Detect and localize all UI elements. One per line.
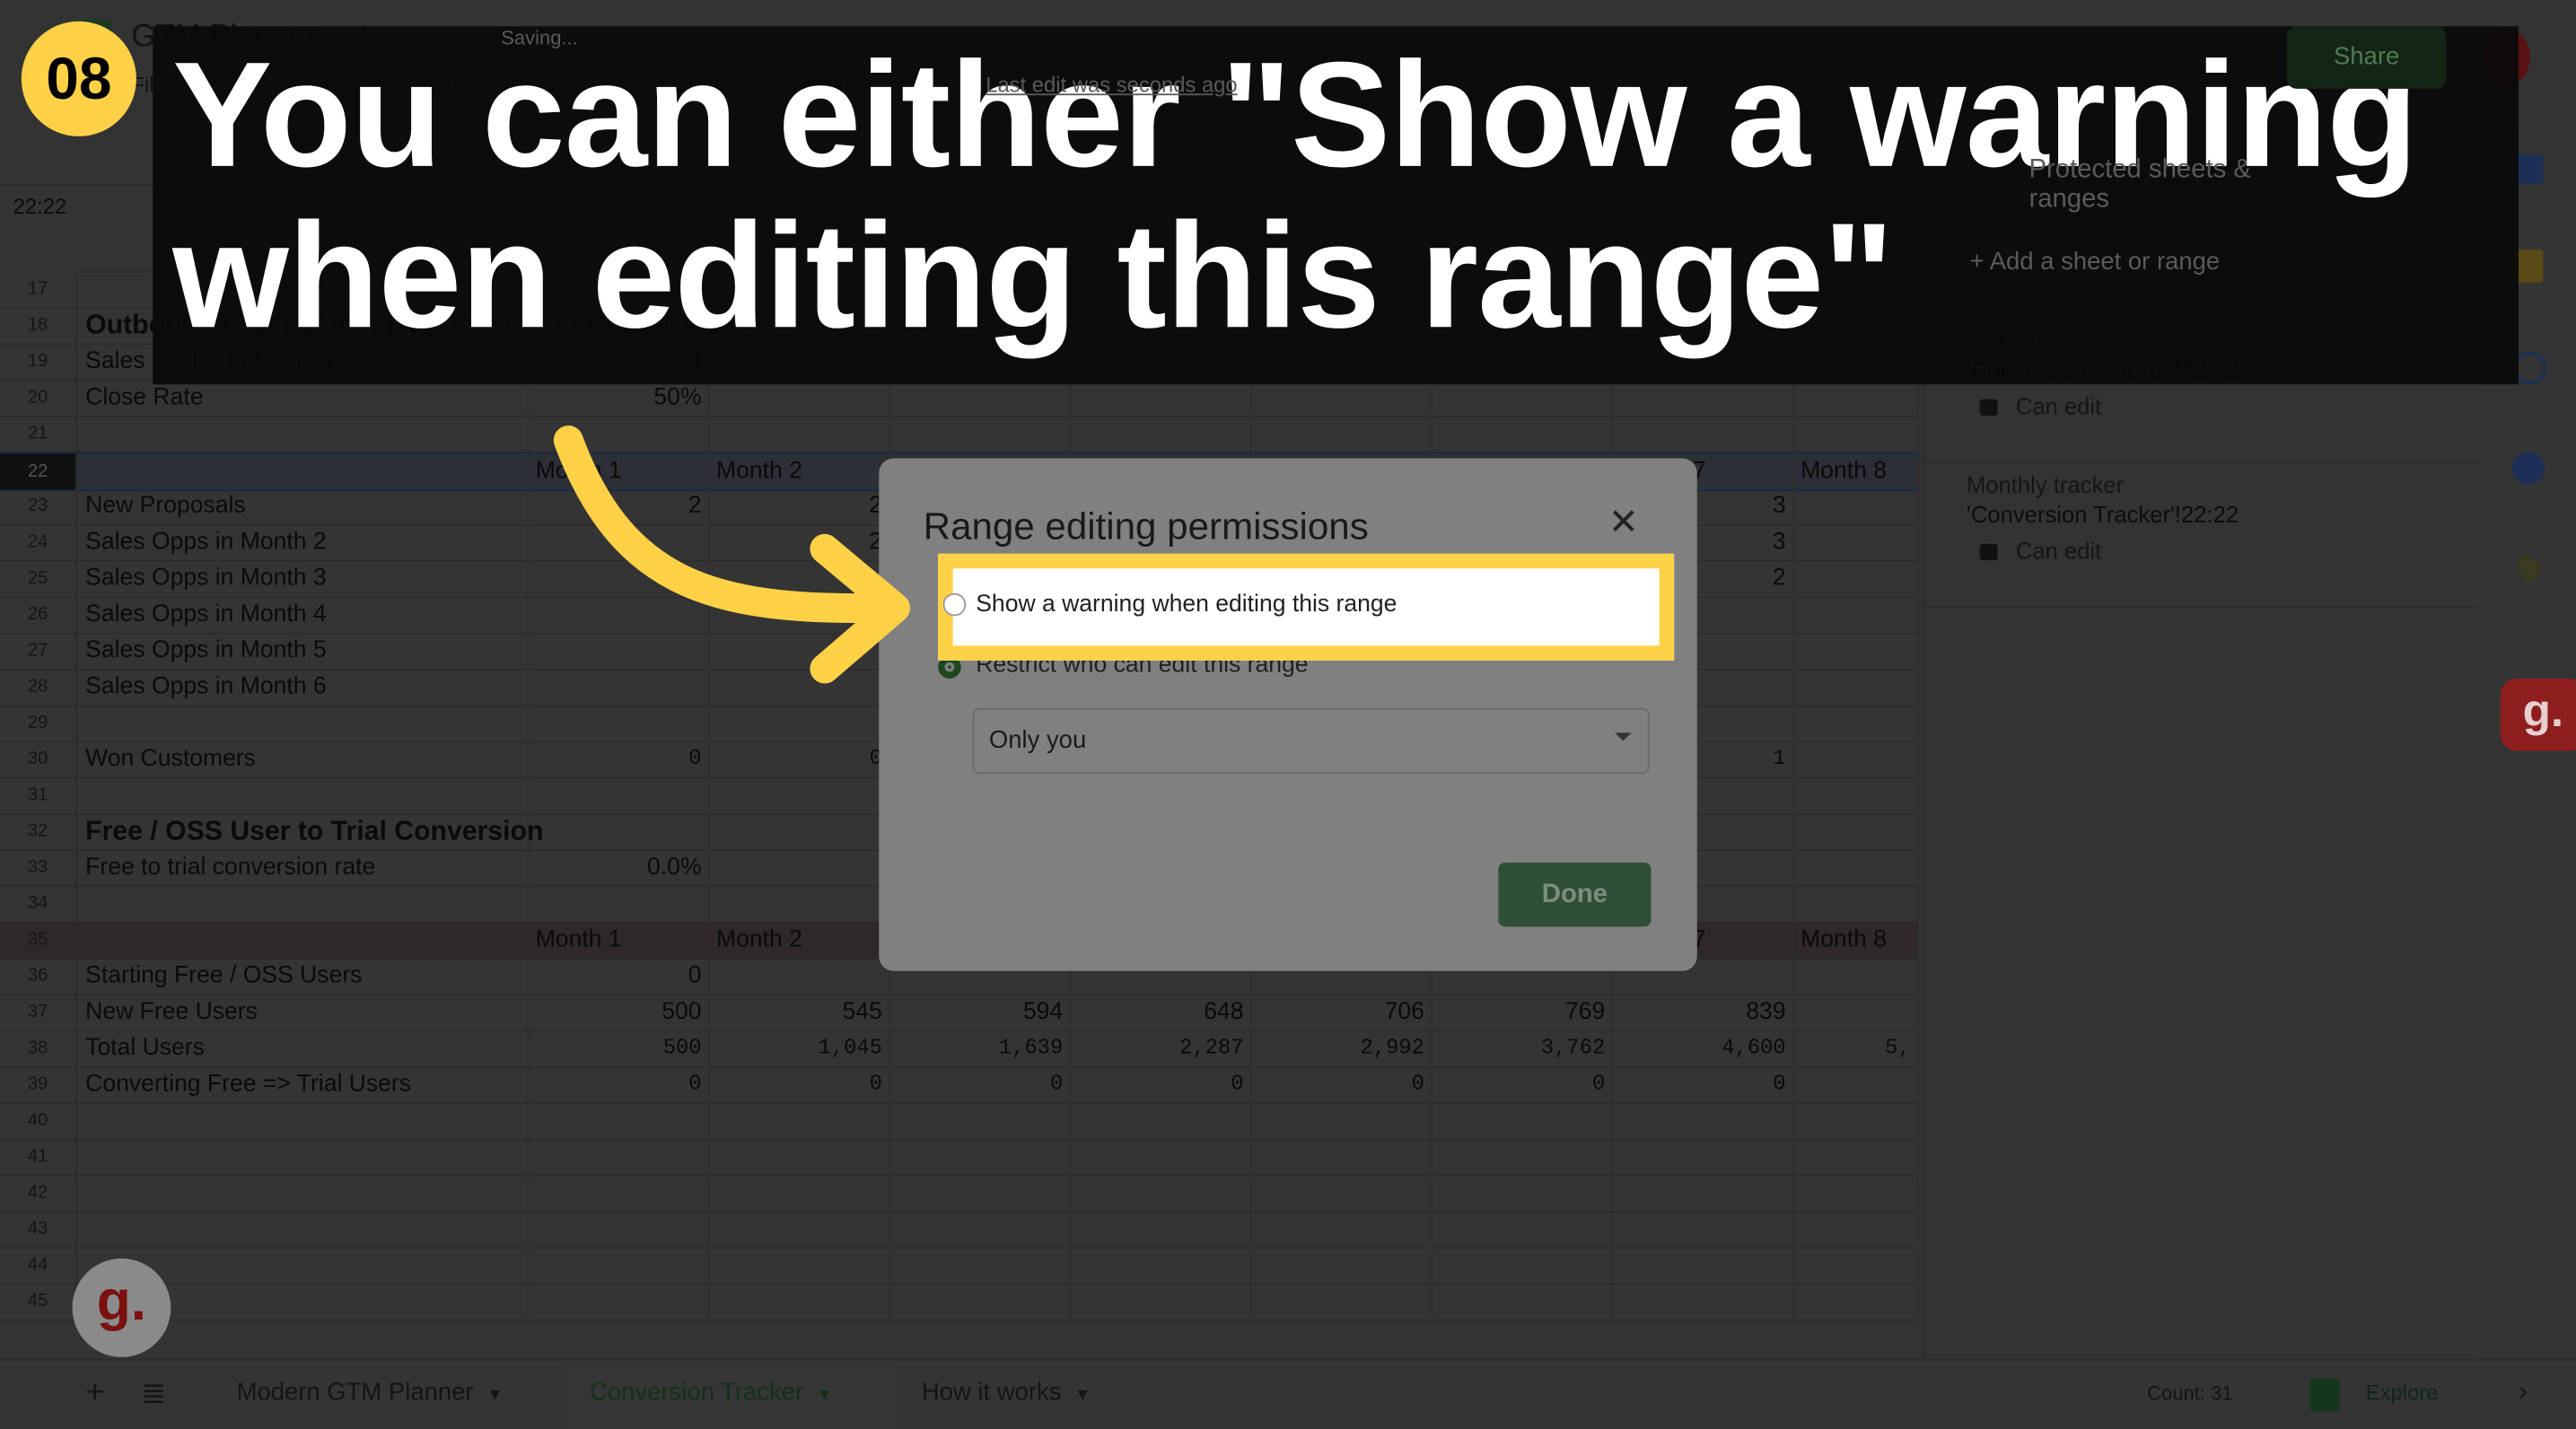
screen: GTM Planner ☆ Saving... FileEditViewInse… [0, 0, 2576, 1429]
panel-title: Protected sheets & ranges [2028, 155, 2251, 214]
share-label: Share [2333, 42, 2400, 71]
caption-line-2: when editing this range" [172, 193, 1894, 360]
share-button[interactable]: Share [2286, 26, 2447, 89]
add-range-button[interactable]: + Add a sheet or range [1970, 248, 2221, 276]
step-badge: 08 [21, 21, 136, 136]
guidde-logo-icon: g. [72, 1258, 171, 1357]
save-status: Saving... [501, 26, 578, 49]
last-edit-link[interactable]: Last edit was seconds ago [986, 73, 1237, 97]
